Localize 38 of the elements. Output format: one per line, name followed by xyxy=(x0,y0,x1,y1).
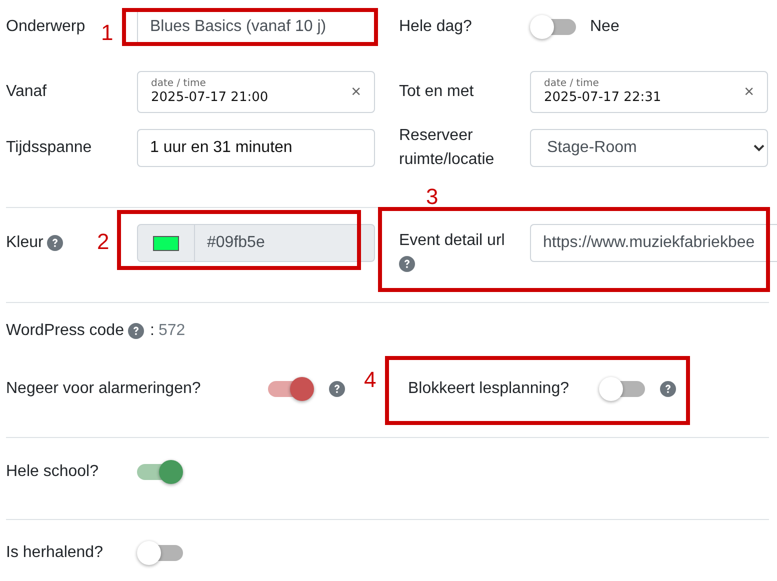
toggle-switch[interactable] xyxy=(137,459,183,485)
toggle-switch[interactable] xyxy=(137,540,183,566)
field-label: Tot en met xyxy=(399,83,475,101)
toggle-switch[interactable] xyxy=(599,376,645,402)
datetime-field[interactable]: date / time 2025-07-17 22:31 × xyxy=(530,71,768,113)
field-label: WordPress code xyxy=(6,322,124,340)
field-label: Tijdsspanne xyxy=(6,139,93,157)
help-icon[interactable] xyxy=(329,381,345,397)
help-icon[interactable] xyxy=(660,381,676,397)
wordpress-code: 572 xyxy=(158,322,186,340)
field-label: Kleur xyxy=(6,234,44,252)
field-label: Onderwerp xyxy=(6,18,86,35)
color-field[interactable]: #09fb5e xyxy=(137,224,375,262)
field-label: Hele school? xyxy=(6,463,100,481)
field-label: Reserveer ruimte/locatie xyxy=(399,126,496,170)
separator-text: : xyxy=(150,322,154,340)
room-select[interactable]: Stage-Room xyxy=(530,129,768,167)
url-field[interactable]: https://www.muziekfabriekbee xyxy=(530,224,777,262)
help-icon[interactable] xyxy=(128,323,144,339)
help-icon[interactable] xyxy=(47,235,64,251)
annotation-number: 4 xyxy=(364,367,376,393)
duration-field[interactable]: 1 uur en 31 minuten xyxy=(137,129,375,167)
annotation-number: 2 xyxy=(97,229,110,255)
help-icon[interactable] xyxy=(399,256,415,272)
color-swatch[interactable] xyxy=(153,236,179,250)
datetime-field[interactable]: date / time 2025-07-17 21:00 × xyxy=(137,71,375,113)
annotation-number: 1 xyxy=(101,20,114,46)
toggle-switch[interactable] xyxy=(530,14,576,40)
toggle-switch[interactable] xyxy=(268,376,314,402)
annotation-number: 3 xyxy=(426,184,438,210)
field-label: Blokkeert lesplanning? xyxy=(408,380,570,398)
field-label: Negeer voor alarmeringen? xyxy=(6,380,202,398)
field-label: Vanaf xyxy=(6,83,48,101)
field-label: Hele dag? xyxy=(399,18,473,36)
field-label: Is herhalend? xyxy=(6,544,104,562)
field-label: Event detail url xyxy=(399,232,505,250)
switch-caption: Nee xyxy=(590,18,620,36)
chevron-down-icon xyxy=(753,144,765,152)
